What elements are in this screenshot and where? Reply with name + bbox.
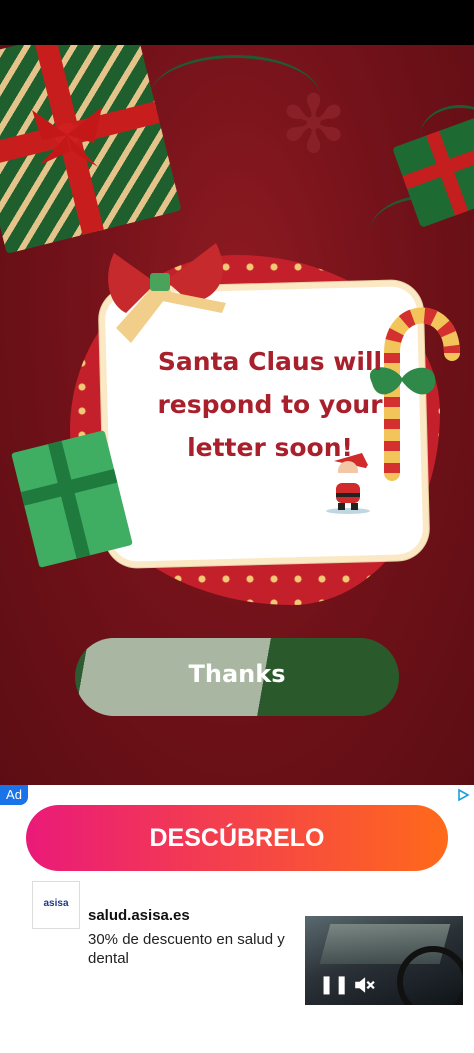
bow-ribbon-icon (108, 243, 226, 343)
mute-icon[interactable] (353, 974, 375, 996)
bottom-bar (0, 1041, 474, 1053)
thanks-button[interactable]: Thanks (75, 638, 399, 716)
discover-cta-button[interactable]: DESCÚBRELO (26, 805, 448, 871)
pause-icon[interactable]: ❚❚ (319, 974, 349, 995)
ad-banner[interactable]: Ad DESCÚBRELO asisa salud.asisa.es 30% d… (0, 785, 474, 1053)
ad-video[interactable]: ❚❚ (305, 916, 463, 1005)
advertiser-logo[interactable]: asisa (33, 882, 79, 928)
ad-domain[interactable]: salud.asisa.es (88, 907, 190, 924)
ad-badge: Ad (0, 785, 28, 805)
thanks-button-label: Thanks (188, 660, 286, 688)
status-bar (0, 0, 474, 45)
cta-label: DESCÚBRELO (149, 824, 325, 852)
adchoices-icon[interactable] (456, 788, 470, 802)
snowflake-icon: ✻ (280, 78, 348, 171)
red-bow-icon (32, 107, 102, 167)
christmas-scene: ✻ Santa Claus will respond to your lette… (0, 45, 474, 785)
ad-description: 30% de descuento en salud y dental (88, 931, 285, 967)
advertiser-logo-text: asisa (43, 898, 69, 909)
santa-icon (326, 453, 376, 514)
